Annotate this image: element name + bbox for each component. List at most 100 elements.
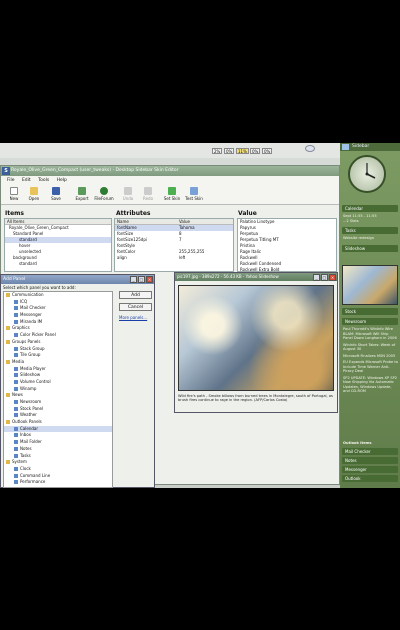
tree-label: Tasks [20, 452, 31, 458]
panel-item[interactable]: Stock Panel [4, 406, 112, 413]
panel-item[interactable]: Media Player [4, 366, 112, 373]
close-button[interactable]: × [329, 274, 336, 281]
panel-category[interactable]: Media [4, 359, 112, 366]
test-skin-label: Test Skin [185, 196, 203, 201]
tree-label: Stock Panel [20, 405, 44, 411]
slideshow-photo[interactable] [178, 285, 334, 391]
desktop-screen: 2% 0% 11% 0% 0% S Royale_Olive_Green_Com… [0, 143, 400, 488]
panel-item[interactable]: Inbox [4, 432, 112, 439]
new-button[interactable]: New [3, 187, 25, 201]
panel-item[interactable]: Performance [4, 479, 112, 486]
more-panels-link[interactable]: More panels... [119, 315, 147, 320]
panel-item[interactable]: Stack Group [4, 346, 112, 353]
panel-category[interactable]: Communication [4, 292, 112, 299]
panel-item[interactable]: Mail Checker [4, 305, 112, 312]
news-item[interactable]: SP2 UPDATE: Windows XP SP2 Now Shipping … [343, 376, 398, 394]
panel-item[interactable]: Command Line [4, 473, 112, 480]
editor-titlebar[interactable]: S Royale_Olive_Green_Compact (user_tweak… [1, 166, 339, 176]
maximize-button[interactable]: □ [321, 274, 328, 281]
globe-icon [100, 187, 108, 195]
news-item[interactable]: Microsoft Finalizes MSN 2005 [343, 354, 398, 359]
fileforum-button[interactable]: FileForum [93, 187, 115, 201]
close-button[interactable]: × [146, 276, 153, 283]
news-item[interactable]: Paul Thurrott's WinInfo Wire BLAM: Micro… [343, 327, 398, 341]
cancel-button[interactable]: Cancel [119, 303, 152, 311]
panel-item[interactable]: Tasks [4, 453, 112, 460]
add-button[interactable]: Add [119, 291, 152, 299]
panel-category[interactable]: System [4, 459, 112, 466]
panel-category[interactable]: Graphics [4, 325, 112, 332]
folder-icon [6, 393, 10, 398]
panel-tree: Communication ICQ Mail Checker Messenger Mir… [3, 291, 113, 488]
news-item[interactable]: WinInfo Short Takes: Week of August 30 [343, 343, 398, 352]
panel-item[interactable]: Slideshow [4, 372, 112, 379]
folder-icon [30, 187, 38, 195]
attribute-row[interactable]: align left [115, 255, 233, 261]
sidebar-tab-messenger[interactable]: Messenger [342, 466, 398, 473]
analog-clock-icon[interactable] [348, 155, 386, 193]
panel-icon [14, 386, 18, 391]
news-item[interactable]: EU Expands Microsoft Probe to Include Ti… [343, 360, 398, 374]
sidebar-tab-stock[interactable]: Stock [342, 308, 398, 315]
panel-item[interactable]: Newsroom [4, 399, 112, 406]
tree-label: ICQ [20, 298, 28, 304]
outlook-items-label: Outlook Items [343, 441, 372, 445]
dialog-titlebar[interactable]: Add Panel _ □ × [1, 275, 154, 284]
sidebar-logo-icon [342, 144, 349, 150]
panel-item[interactable]: Clock [4, 466, 112, 473]
sidebar-tab-calendar[interactable]: Calendar [342, 205, 398, 212]
panel-item[interactable]: ICQ [4, 299, 112, 306]
panel-item[interactable]: Weather [4, 412, 112, 419]
panel-item[interactable]: Mail Folder [4, 439, 112, 446]
export-button[interactable]: Export [71, 187, 93, 201]
attribute-value: 7 [179, 237, 182, 242]
set-skin-button[interactable]: Set Skin [161, 187, 183, 201]
panel-item[interactable]: Messenger [4, 312, 112, 319]
save-button[interactable]: Save [45, 187, 67, 201]
folder-icon [6, 293, 10, 297]
slideshow-window: pic197.jpg - 389x272 - 56.43 KB - Yahoo … [174, 272, 338, 413]
menu-file[interactable]: File [7, 178, 15, 183]
undo-button[interactable]: Undo [117, 187, 139, 201]
menu-help[interactable]: Help [57, 178, 67, 183]
tree-label: Performance [20, 479, 46, 485]
panel-item[interactable]: Notes [4, 446, 112, 453]
sidebar-tab-mail-checker[interactable]: Mail Checker [342, 448, 398, 455]
viewer-titlebar[interactable]: pic197.jpg - 389x272 - 56.43 KB - Yahoo … [175, 273, 337, 281]
sidebar-tab-slideshow[interactable]: Slideshow [342, 245, 398, 252]
sidebar-tab-tasks[interactable]: Tasks [342, 227, 398, 234]
tree-label: Notes [20, 445, 32, 451]
tree-label: Stack Group [20, 345, 45, 351]
panel-item[interactable]: Calendar [4, 425, 112, 433]
panel-item[interactable]: Winamp [4, 386, 112, 393]
panel-category[interactable]: Groups Panels [4, 339, 112, 346]
test-icon [190, 187, 198, 195]
sidebar-tab-newsroom[interactable]: Newsroom [342, 318, 398, 325]
panel-item[interactable]: Volume Control [4, 379, 112, 386]
desktop-sidebar: Sidebar Calendar Sept 11:55 - 11:55 ...2… [340, 143, 400, 488]
clock-face [365, 163, 376, 179]
slideshow-thumbnail[interactable] [342, 265, 398, 305]
sidebar-tab-outlook[interactable]: Outlook [342, 475, 398, 482]
tree-label: Groups Panels [12, 338, 41, 344]
test-skin-button[interactable]: Test Skin [183, 187, 205, 201]
open-button[interactable]: Open [23, 187, 45, 201]
calendar-text: Sept 11:55 - 11:55 ...2 Slots [343, 214, 377, 223]
minimize-button[interactable]: _ [130, 276, 137, 283]
sidebar-tab-notes[interactable]: Notes [342, 457, 398, 464]
tree-item[interactable]: standard [5, 261, 111, 267]
redo-button[interactable]: Redo [137, 187, 159, 201]
panel-item[interactable]: Tile Group [4, 352, 112, 359]
menu-tools[interactable]: Tools [38, 178, 49, 183]
panel-category[interactable]: Outlook Panels [4, 419, 112, 426]
panel-item[interactable]: Color Picker Panel [4, 332, 112, 339]
panel-icon [14, 366, 18, 371]
panel-item[interactable]: Miranda IM [4, 319, 112, 326]
tree-label: Color Picker Panel [20, 332, 56, 338]
new-file-icon [10, 187, 18, 195]
minimize-button[interactable]: _ [313, 274, 320, 281]
menu-edit[interactable]: Edit [22, 178, 31, 183]
maximize-button[interactable]: □ [138, 276, 145, 283]
panel-category[interactable]: News [4, 392, 112, 399]
open-label: Open [28, 196, 40, 201]
